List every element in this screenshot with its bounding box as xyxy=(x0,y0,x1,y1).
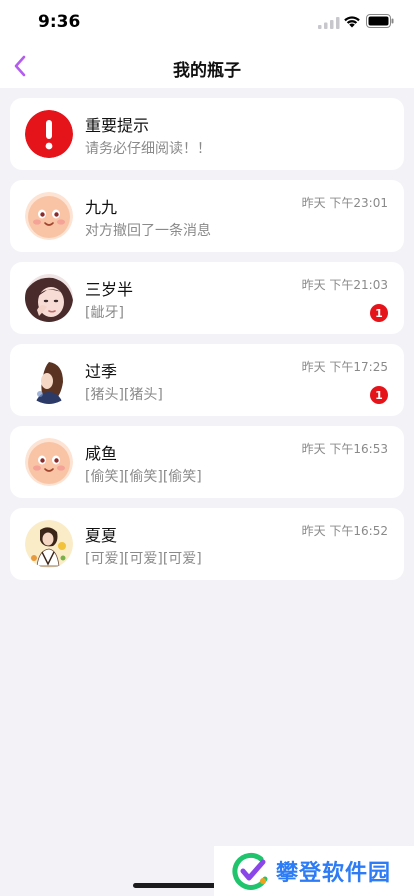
list-item[interactable]: 夏夏 [可爱][可爱][可爱] 昨天 下午16:52 xyxy=(10,508,404,580)
message-preview: 对方撤回了一条消息 xyxy=(85,223,211,239)
contact-name: 九九 xyxy=(85,198,118,217)
battery-icon xyxy=(366,14,394,28)
watermark: 攀登软件园 xyxy=(214,846,414,896)
message-time: 昨天 下午16:53 xyxy=(301,442,388,456)
list-item[interactable]: 咸鱼 [偷笑][偷笑][偷笑] 昨天 下午16:53 xyxy=(10,426,404,498)
list-item[interactable]: 过季 [猪头][猪头] 昨天 下午17:25 1 xyxy=(10,344,404,416)
list-item[interactable]: 九九 对方撤回了一条消息 昨天 下午23:01 xyxy=(10,180,404,252)
important-notice-card[interactable]: 重要提示 请务必仔细阅读！！ xyxy=(10,98,404,170)
unread-badge: 1 xyxy=(370,304,388,322)
conversation-list: 重要提示 请务必仔细阅读！！ 九九 对方撤回了一条消息 昨天 下午23:01 三… xyxy=(10,98,404,590)
avatar xyxy=(25,438,73,486)
notice-title: 重要提示 xyxy=(85,116,150,135)
unread-badge: 1 xyxy=(370,386,388,404)
contact-name: 夏夏 xyxy=(85,526,118,545)
watermark-logo-icon xyxy=(232,852,268,890)
contact-name: 过季 xyxy=(85,362,118,381)
cellular-signal-icon xyxy=(318,17,340,29)
contact-name: 咸鱼 xyxy=(85,444,118,463)
status-time: 9:36 xyxy=(38,12,81,32)
message-preview: [可爱][可爱][可爱] xyxy=(85,551,202,567)
page-title: 我的瓶子 xyxy=(173,61,241,81)
avatar xyxy=(25,520,73,568)
list-item[interactable]: 三岁半 [龇牙] 昨天 下午21:03 1 xyxy=(10,262,404,334)
avatar xyxy=(25,192,73,240)
message-preview: [猪头][猪头] xyxy=(85,387,163,403)
message-preview: [龇牙] xyxy=(85,305,124,321)
status-bar: 9:36 xyxy=(0,0,414,44)
avatar xyxy=(25,274,73,322)
contact-name: 三岁半 xyxy=(85,280,134,299)
message-preview: [偷笑][偷笑][偷笑] xyxy=(85,469,202,485)
message-time: 昨天 下午16:52 xyxy=(301,524,388,538)
avatar xyxy=(25,356,73,404)
wifi-icon xyxy=(344,16,360,28)
message-time: 昨天 下午21:03 xyxy=(301,278,388,292)
alert-icon xyxy=(25,110,73,158)
notice-subtitle: 请务必仔细阅读！！ xyxy=(85,141,211,157)
message-time: 昨天 下午17:25 xyxy=(301,360,388,374)
message-time: 昨天 下午23:01 xyxy=(301,196,388,210)
watermark-text: 攀登软件园 xyxy=(276,861,392,886)
navigation-bar: 我的瓶子 xyxy=(0,44,414,88)
